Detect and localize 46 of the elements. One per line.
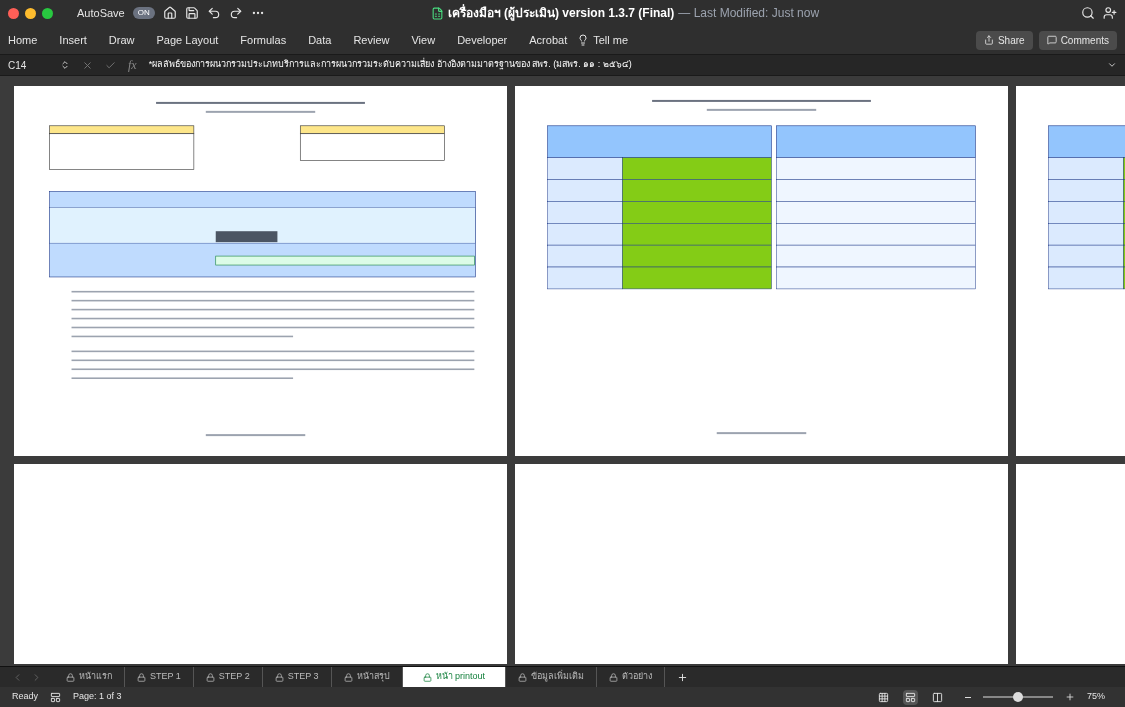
- ribbon-tab[interactable]: Home: [8, 31, 38, 49]
- enter-icon[interactable]: [105, 59, 116, 71]
- share-button[interactable]: Share: [975, 30, 1033, 50]
- undo-icon[interactable]: [206, 6, 221, 20]
- comments-button[interactable]: Comments: [1038, 30, 1117, 50]
- ribbon-tab[interactable]: Insert: [59, 31, 87, 49]
- ribbon-tab[interactable]: Acrobat: [529, 31, 568, 49]
- ribbon-tab[interactable]: Draw: [108, 31, 135, 49]
- zoom-window-icon[interactable]: [42, 7, 53, 19]
- minimize-window-icon[interactable]: [25, 7, 36, 19]
- close-window-icon[interactable]: [8, 7, 19, 19]
- ribbon-tab[interactable]: Review: [353, 31, 390, 49]
- tell-me-button[interactable]: Tell me: [593, 31, 629, 49]
- expand-icon[interactable]: [1107, 60, 1117, 70]
- save-icon[interactable]: [184, 6, 199, 20]
- workbook-icon: [430, 6, 444, 20]
- ribbon-tab[interactable]: Developer: [457, 31, 508, 49]
- search-icon[interactable]: [1081, 6, 1095, 20]
- ribbon-tab[interactable]: Formulas: [240, 31, 287, 49]
- cell-reference[interactable]: C14: [8, 57, 48, 73]
- name-box-stepper-icon[interactable]: [60, 60, 70, 70]
- page-indicator: Page: 1 of 3: [73, 690, 122, 704]
- last-modified-text: — Last Modified: Just now: [678, 5, 820, 22]
- sheet-tab[interactable]: หน้า printout: [402, 667, 507, 687]
- window-title: เครื่องมือฯ (ผู้ประเมิน) version 1.3.7 (Final): [447, 4, 675, 22]
- zoom-slider-thumb[interactable]: [1013, 692, 1023, 702]
- status-text: Ready: [12, 690, 38, 704]
- page-status-icon: [50, 691, 61, 703]
- redo-icon[interactable]: [228, 6, 243, 20]
- ribbon-tab[interactable]: View: [411, 31, 436, 49]
- formula-field[interactable]: *ผลลัพธ์ของการผนวกรวมประเภทบริการและการผนวกรวมระดับความเสี่ยง อ้างอิงตามมาตรฐานของ สพร. (มสพร. ๑๑ : ๒๕๖๔): [148, 58, 1095, 72]
- ribbon-tab[interactable]: Data: [308, 31, 332, 49]
- zoom-in-icon[interactable]: [1065, 692, 1075, 702]
- lightbulb-icon: [577, 34, 590, 46]
- share-icon: [983, 35, 994, 45]
- add-sheet-icon[interactable]: [677, 671, 689, 683]
- function-label[interactable]: fx: [128, 56, 137, 74]
- home-icon[interactable]: [162, 6, 177, 20]
- autosave-label: AutoSave: [77, 5, 125, 21]
- ribbon-tab[interactable]: Page Layout: [156, 31, 219, 49]
- person-icon[interactable]: [1103, 6, 1117, 20]
- speech-bubble-icon: [1046, 35, 1057, 45]
- view-button[interactable]: [903, 689, 918, 705]
- autosave-toggle[interactable]: ON: [132, 7, 155, 19]
- zoom-percentage[interactable]: 75%: [1087, 690, 1113, 704]
- cancel-icon[interactable]: [82, 59, 93, 71]
